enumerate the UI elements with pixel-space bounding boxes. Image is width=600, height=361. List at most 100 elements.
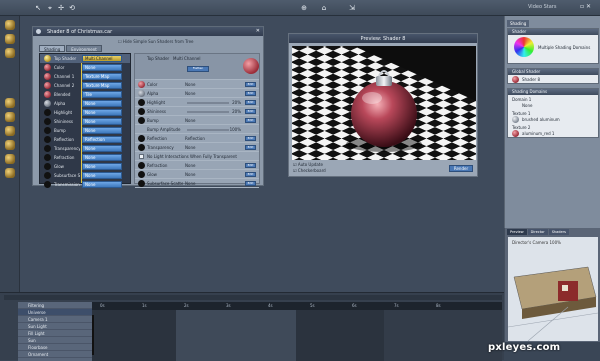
tool-icon[interactable]: [5, 140, 15, 150]
property-value[interactable]: None: [185, 172, 195, 177]
transparency-checkbox[interactable]: [139, 154, 144, 159]
timeline-row[interactable]: Fill Light: [18, 330, 92, 337]
tab-environment[interactable]: Environment: [66, 45, 102, 52]
tool-icon[interactable]: [5, 98, 15, 108]
tree-row-dropdown[interactable]: Reflection: [82, 136, 122, 143]
hide-simple-checkbox[interactable]: ☐ Hide Simple Sun Shaders from Tree: [118, 39, 194, 44]
tree-row[interactable]: Transmission None: [40, 180, 130, 189]
tree-row[interactable]: Blended Tile: [40, 90, 130, 99]
property-slider[interactable]: [187, 102, 229, 104]
tree-row[interactable]: Color None: [40, 63, 130, 72]
tab-shaders[interactable]: Shaders: [548, 229, 569, 235]
property-value[interactable]: None: [185, 181, 195, 186]
shader-window-titlebar[interactable]: Shader 8 of Christmas.car ✕: [33, 27, 263, 36]
tree-row-dropdown[interactable]: Texture Map: [82, 82, 122, 89]
tool-icon[interactable]: [5, 154, 15, 164]
tool-icon[interactable]: [5, 112, 15, 122]
property-value[interactable]: None: [185, 163, 195, 168]
edit-button[interactable]: Edit: [245, 145, 256, 150]
domain-value[interactable]: None: [522, 103, 532, 108]
checkerboard-checkbox[interactable]: ☑ Checkerboard: [293, 168, 326, 174]
texture-value[interactable]: brushed aluminum: [522, 117, 560, 122]
tree-row-dropdown[interactable]: Texture Map: [82, 73, 122, 80]
tree-row-dropdown[interactable]: None: [82, 172, 122, 179]
tree-row[interactable]: Transparency None: [40, 144, 130, 153]
tool-icon[interactable]: [5, 34, 15, 44]
timeline-row[interactable]: Sun: [18, 337, 92, 344]
tree-row[interactable]: Channel 1 Texture Map: [40, 72, 130, 81]
flatten-button[interactable]: Flatten: [187, 66, 209, 72]
tree-row-dropdown[interactable]: None: [82, 163, 122, 170]
tab-preview[interactable]: Preview: [507, 229, 527, 235]
tree-row-dropdown[interactable]: Tile: [82, 91, 122, 98]
edit-button[interactable]: Edit: [245, 82, 256, 87]
edit-button[interactable]: Edit: [245, 91, 256, 96]
tool-icon[interactable]: [5, 20, 15, 30]
scale-icon[interactable]: ⇲: [348, 5, 356, 12]
property-slider[interactable]: [187, 129, 229, 131]
timeline-ruler[interactable]: 0s 1s 2s 3s 4s 5s 6s 7s 8s: [92, 302, 502, 310]
tree-row-dropdown[interactable]: None: [82, 181, 122, 188]
tree-row[interactable]: Refraction None: [40, 153, 130, 162]
property-slider[interactable]: [187, 111, 229, 113]
timeline-row[interactable]: Filtering: [18, 302, 92, 309]
edit-button[interactable]: Edit: [245, 118, 256, 123]
tree-row[interactable]: Alpha None: [40, 99, 130, 108]
timeline-row[interactable]: Camera 1: [18, 316, 92, 323]
pin-icon[interactable]: ⊕: [300, 5, 308, 12]
timeline-row[interactable]: Floorbase: [18, 344, 92, 351]
tab-director[interactable]: Director: [527, 229, 548, 235]
timeline-tracks[interactable]: [92, 310, 502, 361]
tree-row[interactable]: Top Shader Multi Channel: [40, 54, 130, 63]
global-shader-item[interactable]: Shader 8: [522, 77, 540, 82]
property-value[interactable]: None: [185, 118, 195, 123]
tree-row-dropdown[interactable]: None: [82, 154, 122, 161]
window-controls[interactable]: ▫ ✕: [580, 3, 591, 10]
window-menu-icon[interactable]: [36, 29, 41, 34]
tree-row-dropdown[interactable]: None: [82, 145, 122, 152]
tool-icon[interactable]: [5, 48, 15, 58]
color-wheel-icon[interactable]: [514, 37, 534, 57]
rotate-icon[interactable]: ⟲: [68, 5, 76, 12]
timeline-row[interactable]: Sun Light: [18, 323, 92, 330]
tree-row[interactable]: Bump None: [40, 126, 130, 135]
tool-icon[interactable]: [5, 126, 15, 136]
edit-button[interactable]: Edit: [245, 172, 256, 177]
tree-row[interactable]: Shininess None: [40, 117, 130, 126]
property-value[interactable]: Reflection: [185, 136, 205, 141]
tree-row-dropdown[interactable]: None: [82, 118, 122, 125]
tree-row[interactable]: Glow None: [40, 162, 130, 171]
tree-row-dropdown[interactable]: None: [82, 127, 122, 134]
close-icon[interactable]: ✕: [256, 28, 260, 34]
camera-icon[interactable]: ⌂: [320, 5, 328, 12]
tab-shading-panel[interactable]: Shading: [507, 20, 530, 27]
property-value[interactable]: None: [185, 82, 195, 87]
tree-row[interactable]: Channel 2 Texture Map: [40, 81, 130, 90]
select-icon[interactable]: ⌖: [46, 5, 54, 12]
tree-row-dropdown[interactable]: None: [82, 64, 122, 71]
tab-shading[interactable]: Shading: [39, 45, 66, 52]
tree-row-dropdown[interactable]: Multi Channel: [82, 55, 122, 62]
timeline-playhead[interactable]: [92, 315, 94, 355]
property-value[interactable]: None: [185, 91, 195, 96]
tool-icon[interactable]: [5, 168, 15, 178]
edit-button[interactable]: Edit: [245, 136, 256, 141]
timeline-row[interactable]: Ornament: [18, 351, 92, 358]
edit-button[interactable]: Edit: [245, 100, 256, 105]
property-value[interactable]: None: [185, 145, 195, 150]
texture-value[interactable]: aluminum_red 1: [522, 131, 554, 136]
timeline-row[interactable]: Universe: [18, 309, 92, 316]
tree-row-dropdown[interactable]: None: [82, 100, 122, 107]
render-button[interactable]: Render: [449, 165, 473, 172]
edit-button[interactable]: Edit: [245, 163, 256, 168]
shader-ball-icon: [44, 181, 51, 188]
move-icon[interactable]: ✢: [57, 5, 65, 12]
tree-row[interactable]: Reflection Reflection: [40, 135, 130, 144]
edit-button[interactable]: Edit: [245, 181, 256, 186]
arrow-cursor-icon[interactable]: ↖: [34, 5, 42, 12]
tree-row[interactable]: Highlight None: [40, 108, 130, 117]
tree-row[interactable]: Subsurface Sc...None: [40, 171, 130, 180]
tree-row-dropdown[interactable]: None: [82, 109, 122, 116]
edit-button[interactable]: Edit: [245, 109, 256, 114]
scene-viewport[interactable]: Director's Camera 100%: [508, 237, 598, 341]
